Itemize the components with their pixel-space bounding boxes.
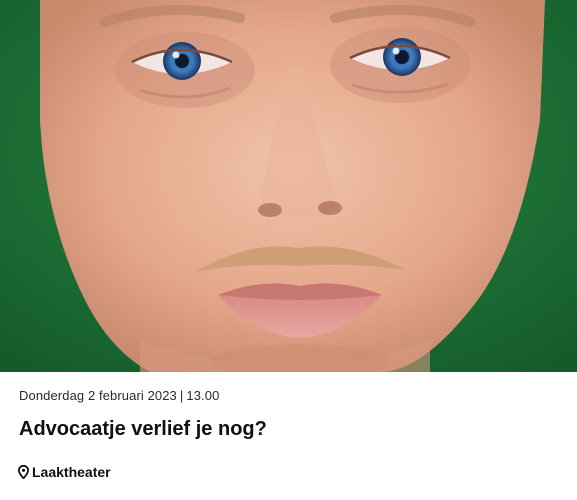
event-title[interactable]: Advocaatje verlief je nog? — [19, 416, 267, 442]
event-time: 13.00 — [186, 388, 220, 403]
event-image[interactable] — [0, 0, 577, 372]
event-card[interactable]: Donderdag 2 februari 2023 | 13.00 Advocaat… — [0, 0, 577, 500]
event-datetime: Donderdag 2 februari 2023 | 13.00 — [19, 388, 219, 404]
event-venue[interactable]: Laaktheater — [17, 463, 111, 481]
map-pin-icon — [17, 464, 30, 480]
venue-name: Laaktheater — [32, 464, 111, 480]
portrait-illustration — [0, 0, 577, 372]
event-date: Donderdag 2 februari 2023 — [19, 388, 177, 403]
datetime-separator: | — [179, 388, 184, 403]
